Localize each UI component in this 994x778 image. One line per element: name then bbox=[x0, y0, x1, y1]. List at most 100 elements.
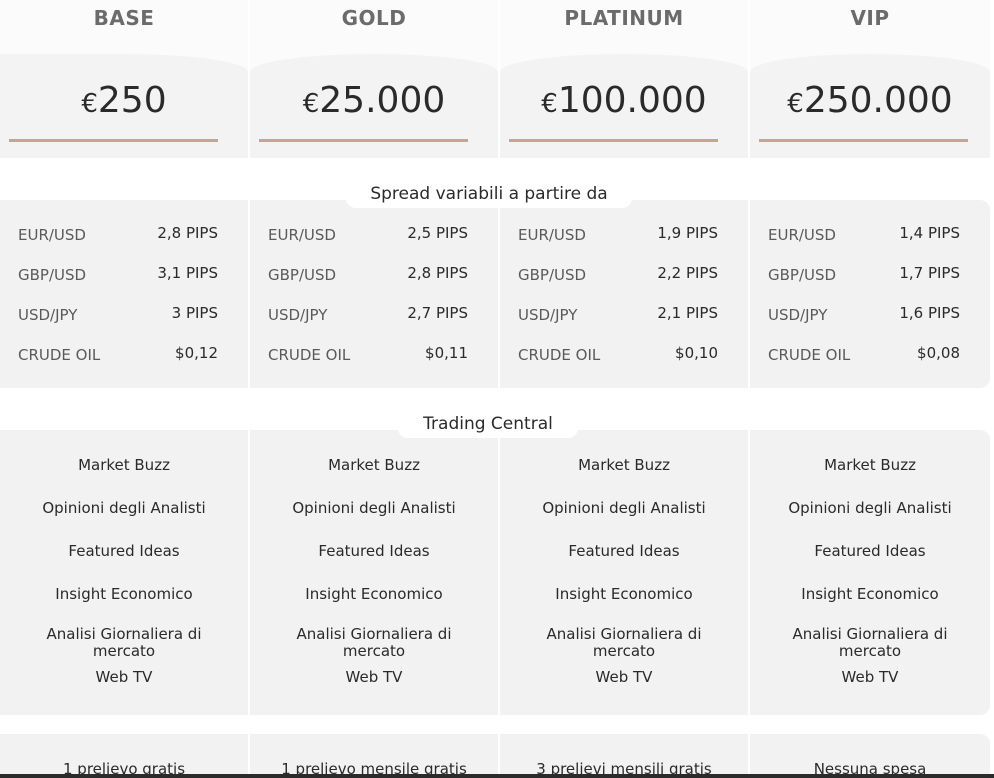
feature-item: Market Buzz bbox=[78, 456, 170, 474]
feature-item: Analisi Giornaliera di mercato bbox=[46, 625, 202, 660]
feature-item: Featured Ideas bbox=[814, 542, 926, 560]
plan-price: €250.000 bbox=[750, 80, 990, 121]
trading-central-table: Market Buzz Opinioni degli Analisti Feat… bbox=[0, 430, 990, 715]
instrument-label: USD/JPY bbox=[768, 306, 828, 324]
feature-item: Web TV bbox=[345, 668, 403, 686]
spread-row: USD/JPY 2,7 PIPS bbox=[268, 304, 468, 330]
price-amount: 100.000 bbox=[557, 80, 707, 121]
spread-row: CRUDE OIL $0,08 bbox=[768, 344, 960, 370]
spread-row: GBP/USD 3,1 PIPS bbox=[18, 264, 218, 290]
spread-row: CRUDE OIL $0,10 bbox=[518, 344, 718, 370]
withdrawals-column-vip: Nessuna spesa bbox=[750, 734, 990, 778]
instrument-label: USD/JPY bbox=[518, 306, 578, 324]
spread-row: GBP/USD 1,7 PIPS bbox=[768, 264, 960, 290]
spread-row: EUR/USD 2,5 PIPS bbox=[268, 224, 468, 250]
feature-item: Insight Economico bbox=[305, 585, 443, 603]
spread-value: 1,4 PIPS bbox=[899, 224, 960, 242]
feature-item: Featured Ideas bbox=[318, 542, 430, 560]
instrument-label: GBP/USD bbox=[268, 266, 337, 284]
price-amount: 25.000 bbox=[319, 80, 446, 121]
spread-value: 2,8 PIPS bbox=[157, 224, 218, 242]
spread-value: 2,8 PIPS bbox=[407, 264, 468, 282]
feature-item: Featured Ideas bbox=[568, 542, 680, 560]
plan-name: VIP bbox=[850, 6, 890, 30]
feature-item: Insight Economico bbox=[801, 585, 939, 603]
instrument-label: EUR/USD bbox=[268, 226, 336, 244]
plan-name: PLATINUM bbox=[564, 6, 684, 30]
instrument-label: GBP/USD bbox=[768, 266, 837, 284]
instrument-label: EUR/USD bbox=[768, 226, 836, 244]
feature-item: Analisi Giornaliera di mercato bbox=[792, 625, 948, 660]
spread-value: $0,08 bbox=[917, 344, 960, 362]
feature-item: Insight Economico bbox=[55, 585, 193, 603]
feature-item: Featured Ideas bbox=[68, 542, 180, 560]
plan-headers: BASE €250 GOLD €25.000 PLATINUM €100.000… bbox=[0, 0, 990, 158]
feature-item: Market Buzz bbox=[578, 456, 670, 474]
spread-row: CRUDE OIL $0,12 bbox=[18, 344, 218, 370]
instrument-label: CRUDE OIL bbox=[518, 346, 601, 364]
bottom-edge-bar bbox=[0, 774, 994, 778]
price-amount: 250.000 bbox=[803, 80, 953, 121]
spread-value: $0,11 bbox=[425, 344, 468, 362]
instrument-label: USD/JPY bbox=[268, 306, 328, 324]
plan-vip: VIP €250.000 bbox=[750, 0, 990, 158]
spreads-section-label: Spread variabili a partire da bbox=[346, 180, 632, 208]
trading-central-column-base: Market Buzz Opinioni degli Analisti Feat… bbox=[0, 430, 250, 715]
spread-value: 1,6 PIPS bbox=[899, 304, 960, 322]
spread-value: $0,10 bbox=[675, 344, 718, 362]
plan-base: BASE €250 bbox=[0, 0, 250, 158]
price-divider bbox=[509, 139, 718, 142]
spread-value: 2,1 PIPS bbox=[657, 304, 718, 322]
trading-central-section-label: Trading Central bbox=[398, 410, 578, 438]
instrument-label: CRUDE OIL bbox=[268, 346, 351, 364]
feature-item: Analisi Giornaliera di mercato bbox=[296, 625, 452, 660]
spread-value: 3 PIPS bbox=[171, 304, 218, 322]
feature-item: Insight Economico bbox=[555, 585, 693, 603]
feature-item: Opinioni degli Analisti bbox=[788, 499, 952, 517]
currency-symbol: € bbox=[541, 89, 558, 119]
instrument-label: GBP/USD bbox=[18, 266, 87, 284]
spreads-column-base: EUR/USD 2,8 PIPS GBP/USD 3,1 PIPS USD/JPY 3… bbox=[0, 200, 250, 388]
plan-name: GOLD bbox=[341, 6, 407, 30]
instrument-label: USD/JPY bbox=[18, 306, 78, 324]
trading-central-column-vip: Market Buzz Opinioni degli Analisti Feat… bbox=[750, 430, 990, 715]
withdrawals-column-gold: 1 prelievo mensile gratis bbox=[250, 734, 500, 778]
spread-row: EUR/USD 1,9 PIPS bbox=[518, 224, 718, 250]
instrument-label: EUR/USD bbox=[18, 226, 86, 244]
currency-symbol: € bbox=[81, 89, 98, 119]
spread-row: EUR/USD 1,4 PIPS bbox=[768, 224, 960, 250]
spread-row: EUR/USD 2,8 PIPS bbox=[18, 224, 218, 250]
trading-central-column-platinum: Market Buzz Opinioni degli Analisti Feat… bbox=[500, 430, 750, 715]
plan-gold: GOLD €25.000 bbox=[250, 0, 500, 158]
spread-row: GBP/USD 2,8 PIPS bbox=[268, 264, 468, 290]
instrument-label: CRUDE OIL bbox=[18, 346, 101, 364]
withdrawals-column-base: 1 prelievo gratis bbox=[0, 734, 250, 778]
feature-item: Market Buzz bbox=[824, 456, 916, 474]
price-divider bbox=[9, 139, 218, 142]
currency-symbol: € bbox=[787, 89, 804, 119]
plan-price: €100.000 bbox=[500, 80, 748, 121]
currency-symbol: € bbox=[302, 89, 320, 119]
spread-value: $0,12 bbox=[175, 344, 218, 362]
spread-row: USD/JPY 1,6 PIPS bbox=[768, 304, 960, 330]
plan-price: €250 bbox=[0, 80, 248, 121]
feature-item: Market Buzz bbox=[328, 456, 420, 474]
spread-value: 1,7 PIPS bbox=[899, 264, 960, 282]
trading-central-column-gold: Market Buzz Opinioni degli Analisti Feat… bbox=[250, 430, 500, 715]
spread-value: 1,9 PIPS bbox=[657, 224, 718, 242]
feature-item: Opinioni degli Analisti bbox=[42, 499, 206, 517]
spreads-column-gold: EUR/USD 2,5 PIPS GBP/USD 2,8 PIPS USD/JPY 2… bbox=[250, 200, 500, 388]
plan-name: BASE bbox=[93, 6, 155, 30]
feature-item: Opinioni degli Analisti bbox=[292, 499, 456, 517]
withdrawals-table: 1 prelievo gratis 1 prelievo mensile gra… bbox=[0, 734, 990, 778]
spread-value: 2,7 PIPS bbox=[407, 304, 468, 322]
feature-item: Web TV bbox=[841, 668, 899, 686]
feature-item: Opinioni degli Analisti bbox=[542, 499, 706, 517]
instrument-label: GBP/USD bbox=[518, 266, 587, 284]
spread-value: 2,2 PIPS bbox=[657, 264, 718, 282]
spreads-column-platinum: EUR/USD 1,9 PIPS GBP/USD 2,2 PIPS USD/JPY 2… bbox=[500, 200, 750, 388]
price-divider bbox=[259, 139, 468, 142]
feature-item: Web TV bbox=[95, 668, 153, 686]
spreads-column-vip: EUR/USD 1,4 PIPS GBP/USD 1,7 PIPS USD/JPY 1… bbox=[750, 200, 990, 388]
plan-platinum: PLATINUM €100.000 bbox=[500, 0, 750, 158]
